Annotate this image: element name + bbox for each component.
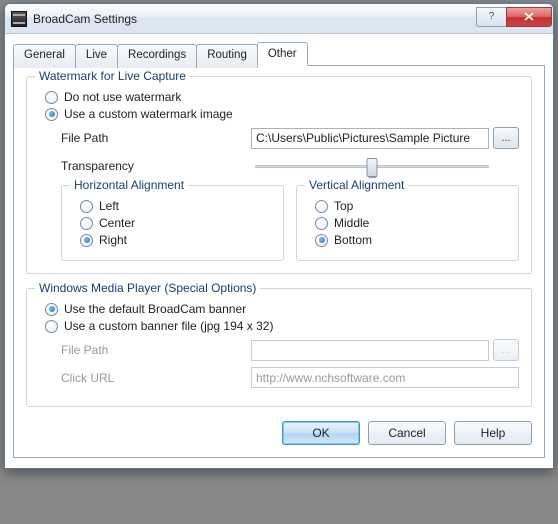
radio-halign-left[interactable]: [80, 200, 93, 213]
tab-live[interactable]: Live: [75, 44, 118, 68]
radio-valign-middle[interactable]: [315, 217, 328, 230]
radio-watermark-none[interactable]: [45, 91, 58, 104]
radio-valign-bottom[interactable]: [315, 234, 328, 247]
watermark-filepath-label: File Path: [61, 131, 251, 145]
wmp-clickurl-input: [251, 367, 519, 388]
titlebar[interactable]: BroadCam Settings ?: [5, 4, 553, 34]
wmp-clickurl-label: Click URL: [61, 371, 251, 385]
settings-dialog: BroadCam Settings ? General Live Recordi…: [4, 3, 554, 469]
group-watermark-title: Watermark for Live Capture: [35, 69, 190, 83]
group-watermark: Watermark for Live Capture Do not use wa…: [26, 76, 532, 274]
tab-general[interactable]: General: [13, 44, 76, 68]
group-vertical-alignment: Vertical Alignment Top Middle Bottom: [296, 185, 519, 261]
transparency-label: Transparency: [61, 159, 251, 173]
group-wmp: Windows Media Player (Special Options) U…: [26, 288, 532, 407]
radio-valign-middle-label: Middle: [334, 216, 369, 230]
group-wmp-title: Windows Media Player (Special Options): [35, 281, 260, 295]
tab-recordings[interactable]: Recordings: [117, 44, 197, 68]
radio-halign-center-label: Center: [99, 216, 135, 230]
tab-routing[interactable]: Routing: [196, 44, 258, 68]
titlebar-help-button[interactable]: ?: [476, 7, 506, 27]
radio-halign-center[interactable]: [80, 217, 93, 230]
wmp-browse-button: ...: [493, 339, 519, 361]
ellipsis-icon: ...: [501, 344, 510, 356]
radio-watermark-custom[interactable]: [45, 108, 58, 121]
close-icon: [524, 12, 534, 21]
radio-halign-right-label: Right: [99, 233, 127, 247]
radio-watermark-none-label: Do not use watermark: [64, 90, 181, 104]
transparency-slider[interactable]: [255, 155, 489, 177]
window-title: BroadCam Settings: [33, 12, 476, 26]
halign-title: Horizontal Alignment: [70, 178, 188, 192]
ellipsis-icon: ...: [501, 132, 510, 144]
tab-panel-other: Watermark for Live Capture Do not use wa…: [13, 65, 545, 458]
app-icon: [11, 11, 27, 27]
ok-button[interactable]: OK: [282, 421, 360, 445]
group-horizontal-alignment: Horizontal Alignment Left Center Right: [61, 185, 284, 261]
help-icon: ?: [489, 11, 495, 22]
valign-title: Vertical Alignment: [305, 178, 408, 192]
radio-wmp-custom-label: Use a custom banner file (jpg 194 x 32): [64, 319, 273, 333]
titlebar-close-button[interactable]: [506, 7, 552, 27]
radio-valign-top[interactable]: [315, 200, 328, 213]
radio-wmp-custom[interactable]: [45, 320, 58, 333]
help-button[interactable]: Help: [454, 421, 532, 445]
radio-valign-top-label: Top: [334, 199, 353, 213]
watermark-filepath-input[interactable]: [251, 128, 489, 149]
radio-halign-right[interactable]: [80, 234, 93, 247]
cancel-button[interactable]: Cancel: [368, 421, 446, 445]
radio-valign-bottom-label: Bottom: [334, 233, 372, 247]
wmp-filepath-input: [251, 340, 489, 361]
radio-watermark-custom-label: Use a custom watermark image: [64, 107, 233, 121]
wmp-filepath-label: File Path: [61, 343, 251, 357]
radio-wmp-default-label: Use the default BroadCam banner: [64, 302, 246, 316]
watermark-browse-button[interactable]: ...: [493, 127, 519, 149]
radio-halign-left-label: Left: [99, 199, 119, 213]
radio-wmp-default[interactable]: [45, 303, 58, 316]
tab-strip: General Live Recordings Routing Other: [13, 42, 545, 66]
slider-thumb[interactable]: [367, 158, 378, 177]
tab-other[interactable]: Other: [257, 42, 308, 66]
